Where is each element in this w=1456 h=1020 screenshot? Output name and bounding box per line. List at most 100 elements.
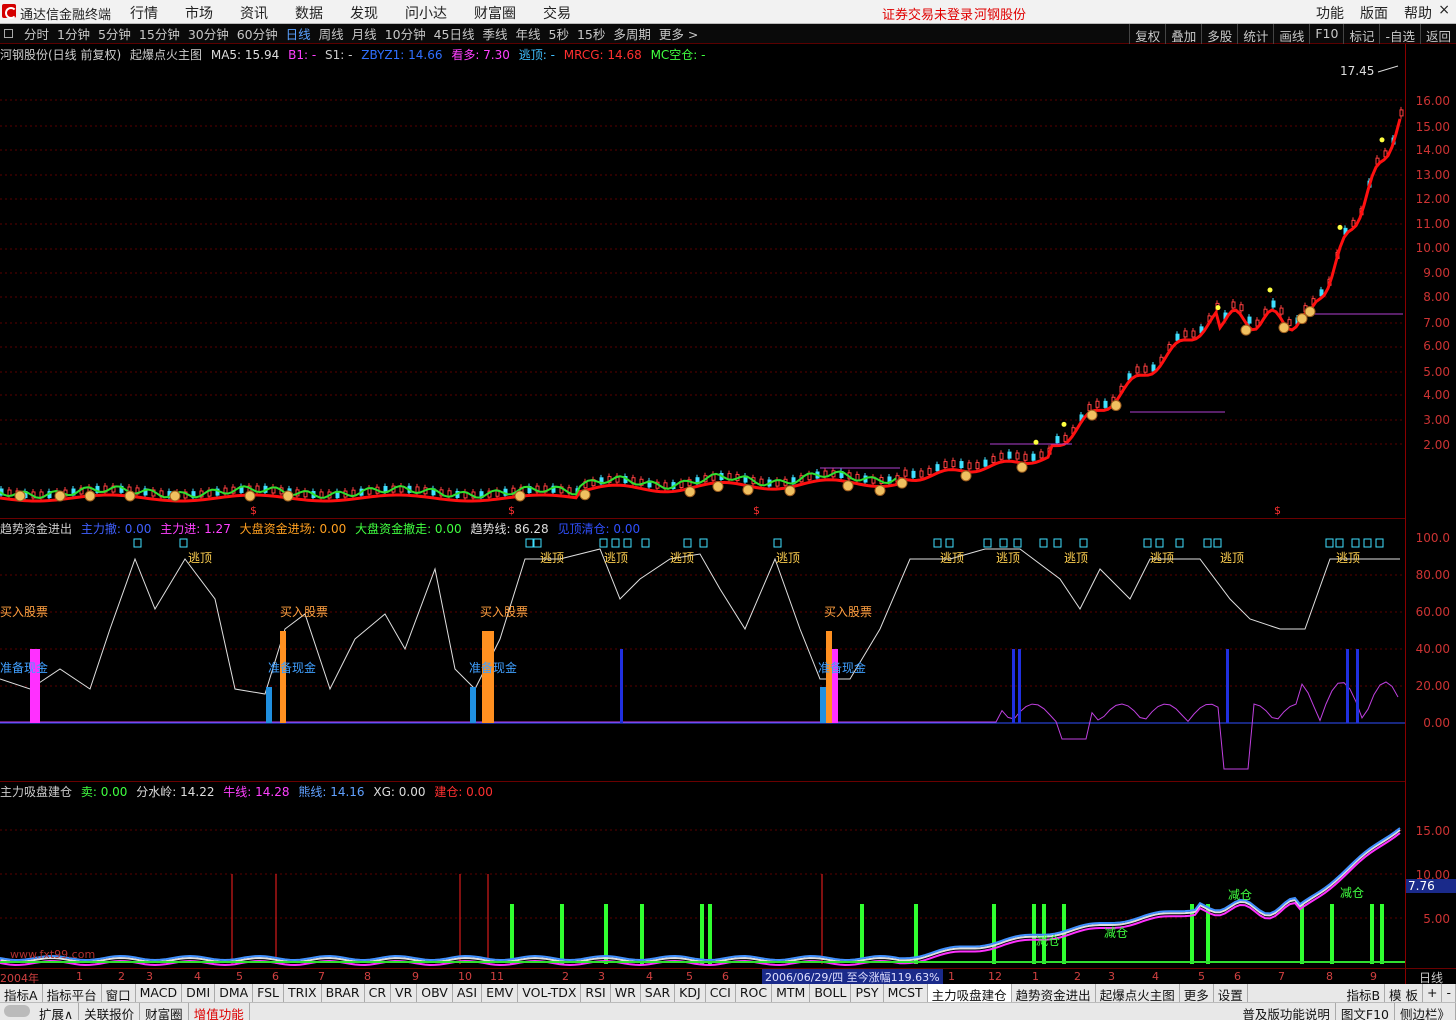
tab-sar[interactable]: SAR	[641, 984, 676, 1002]
menu-item-jiaoyi[interactable]: 交易	[543, 3, 584, 23]
tab-more[interactable]: 更多	[1180, 984, 1214, 1003]
add-window-button[interactable]: +	[1423, 984, 1443, 1002]
tool-tongji[interactable]: 统计	[1237, 24, 1273, 44]
tab-cr[interactable]: CR	[365, 984, 392, 1002]
toggle-switch-icon[interactable]	[4, 1005, 30, 1017]
period-15min[interactable]: 15分钟	[139, 24, 180, 43]
tool-diejia[interactable]: 叠加	[1165, 24, 1201, 44]
tab-vr[interactable]: VR	[391, 984, 418, 1002]
tool-biaoji[interactable]: 标记	[1343, 24, 1379, 44]
period-5sec[interactable]: 5秒	[549, 24, 569, 43]
tab-fsl[interactable]: FSL	[253, 984, 285, 1002]
period-10min[interactable]: 10分钟	[385, 24, 426, 43]
candle-body	[1063, 434, 1068, 442]
tool-huaxian[interactable]: 画线	[1273, 24, 1309, 44]
accumulation-panel[interactable]: 主力吸盘建仓 卖: 0.00 分水岭: 14.22 牛线: 14.28 熊线: …	[0, 782, 1405, 968]
tab-cci[interactable]: CCI	[706, 984, 736, 1002]
tool-duogu[interactable]: 多股	[1201, 24, 1237, 44]
tab-asi[interactable]: ASI	[453, 984, 483, 1002]
sidebar-toggle-button[interactable]: 侧边栏》	[1395, 1003, 1456, 1020]
tab-template[interactable]: 模 板	[1385, 984, 1423, 1003]
tab-psy[interactable]: PSY	[851, 984, 884, 1002]
period-toolbar: 分时 1分钟 5分钟 15分钟 30分钟 60分钟 日线 周线 月线 10分钟 …	[0, 24, 1456, 44]
menu-item-faxian[interactable]: 发现	[350, 3, 391, 23]
tab-trix[interactable]: TRIX	[284, 984, 322, 1002]
tab-emv[interactable]: EMV	[482, 984, 519, 1002]
main-kline-panel[interactable]: $ $ $ $ 河钢股份(日线 前复权) 起爆点火主图 MA5: 15.94 B1: …	[0, 44, 1405, 519]
menu-item-gongneng[interactable]: 功能	[1316, 3, 1344, 23]
escape-top-label: 逃顶	[1220, 551, 1245, 565]
tab-brar[interactable]: BRAR	[322, 984, 365, 1002]
period-quarterly[interactable]: 季线	[483, 24, 508, 43]
menu-item-banmian[interactable]: 版面	[1360, 3, 1388, 23]
tab-dmi[interactable]: DMI	[182, 984, 216, 1002]
menu-item-wenxiaoda[interactable]: 问小达	[405, 3, 460, 23]
trend-legend: 趋势资金进出 主力撤: 0.00 主力进: 1.27 大盘资金进场: 0.00 …	[0, 520, 645, 536]
accumulation-chart[interactable]	[0, 782, 1405, 968]
menu-item-caifuquan[interactable]: 财富圈	[474, 3, 529, 23]
period-60min[interactable]: 60分钟	[237, 24, 278, 43]
f10-text-button[interactable]: 图文F10	[1336, 1003, 1395, 1020]
related-quote-button[interactable]: 关联报价	[79, 1003, 141, 1020]
tab-indicator-platform[interactable]: 指标平台	[43, 984, 102, 1003]
date-tick: 5	[1198, 970, 1205, 983]
grid-toggle-icon[interactable]	[4, 29, 13, 38]
tool-zixuan[interactable]: -自选	[1379, 24, 1420, 44]
trend-fund-panel[interactable]: 趋势资金进出 主力撤: 0.00 主力进: 1.27 大盘资金进场: 0.00 …	[0, 519, 1405, 782]
tab-trend-fund[interactable]: 趋势资金进出	[1012, 984, 1096, 1003]
login-status[interactable]: 证券交易未登录	[882, 4, 973, 23]
tab-boll[interactable]: BOLL	[810, 984, 852, 1002]
wealth-circle-button[interactable]: 财富圈	[140, 1003, 189, 1020]
edition-help-link[interactable]: 普及版功能说明	[1237, 1003, 1336, 1020]
tab-window[interactable]: 窗口	[102, 984, 136, 1003]
tab-macd[interactable]: MACD	[136, 984, 183, 1002]
period-daily[interactable]: 日线	[286, 24, 311, 43]
trend-title[interactable]: 趋势资金进出	[0, 522, 72, 536]
close-icon[interactable]: ×	[1438, 2, 1450, 18]
tab-indicator-b[interactable]: 指标B	[1342, 984, 1386, 1003]
tab-ignition-main[interactable]: 起爆点火主图	[1096, 984, 1180, 1003]
period-fenshi[interactable]: 分时	[24, 24, 49, 43]
period-15sec[interactable]: 15秒	[577, 24, 605, 43]
menu-item-zixun[interactable]: 资讯	[240, 3, 281, 23]
tab-obv[interactable]: OBV	[417, 984, 453, 1002]
mrcg-value: MRCG: 14.68	[563, 48, 642, 62]
menu-item-bangzhu[interactable]: 帮助	[1404, 3, 1432, 23]
menu-item-shichang[interactable]: 市场	[185, 3, 226, 23]
period-30min[interactable]: 30分钟	[188, 24, 229, 43]
kline-chart[interactable]: $ $ $ $	[0, 44, 1405, 519]
indicator-name[interactable]: 起爆点火主图	[130, 48, 202, 62]
expand-button[interactable]: 扩展∧	[34, 1003, 80, 1020]
bear-line-value: 熊线: 14.16	[298, 785, 365, 799]
period-yearly[interactable]: 年线	[516, 24, 541, 43]
bottom-bar-right: 普及版功能说明 图文F10 侧边栏》	[1237, 1003, 1456, 1020]
tab-mtm[interactable]: MTM	[772, 984, 811, 1002]
period-45day[interactable]: 45日线	[434, 24, 475, 43]
tab-mcst[interactable]: MCST	[884, 984, 928, 1002]
value-added-button[interactable]: 增值功能	[189, 1003, 250, 1020]
remove-window-button[interactable]: -	[1442, 984, 1456, 1002]
period-monthly[interactable]: 月线	[352, 24, 377, 43]
menu-item-shuju[interactable]: 数据	[295, 3, 336, 23]
top-signal-marker	[1363, 538, 1372, 548]
period-1min[interactable]: 1分钟	[57, 24, 90, 43]
period-multi[interactable]: 多周期	[613, 24, 651, 43]
menu-item-hangqing[interactable]: 行情	[130, 3, 171, 23]
tab-rsi[interactable]: RSI	[581, 984, 611, 1002]
tab-roc[interactable]: ROC	[736, 984, 773, 1002]
period-5min[interactable]: 5分钟	[98, 24, 131, 43]
tab-indicator-a[interactable]: 指标A	[0, 984, 43, 1003]
tab-settings[interactable]: 设置	[1214, 984, 1248, 1003]
tab-kdj[interactable]: KDJ	[675, 984, 706, 1002]
tool-fanhui[interactable]: 返回	[1419, 24, 1456, 44]
accumulation-title[interactable]: 主力吸盘建仓	[0, 785, 72, 799]
tool-fuquan[interactable]: 复权	[1129, 24, 1165, 44]
tab-accumulation[interactable]: 主力吸盘建仓	[927, 984, 1012, 1003]
tab-dma[interactable]: DMA	[215, 984, 254, 1002]
period-more[interactable]: 更多 >	[659, 24, 698, 43]
tool-f10[interactable]: F10	[1309, 24, 1343, 44]
tab-wr[interactable]: WR	[611, 984, 641, 1002]
period-weekly[interactable]: 周线	[319, 24, 344, 43]
tab-vol-tdx[interactable]: VOL-TDX	[518, 984, 582, 1002]
period-indicator[interactable]: 日线	[1405, 969, 1456, 985]
